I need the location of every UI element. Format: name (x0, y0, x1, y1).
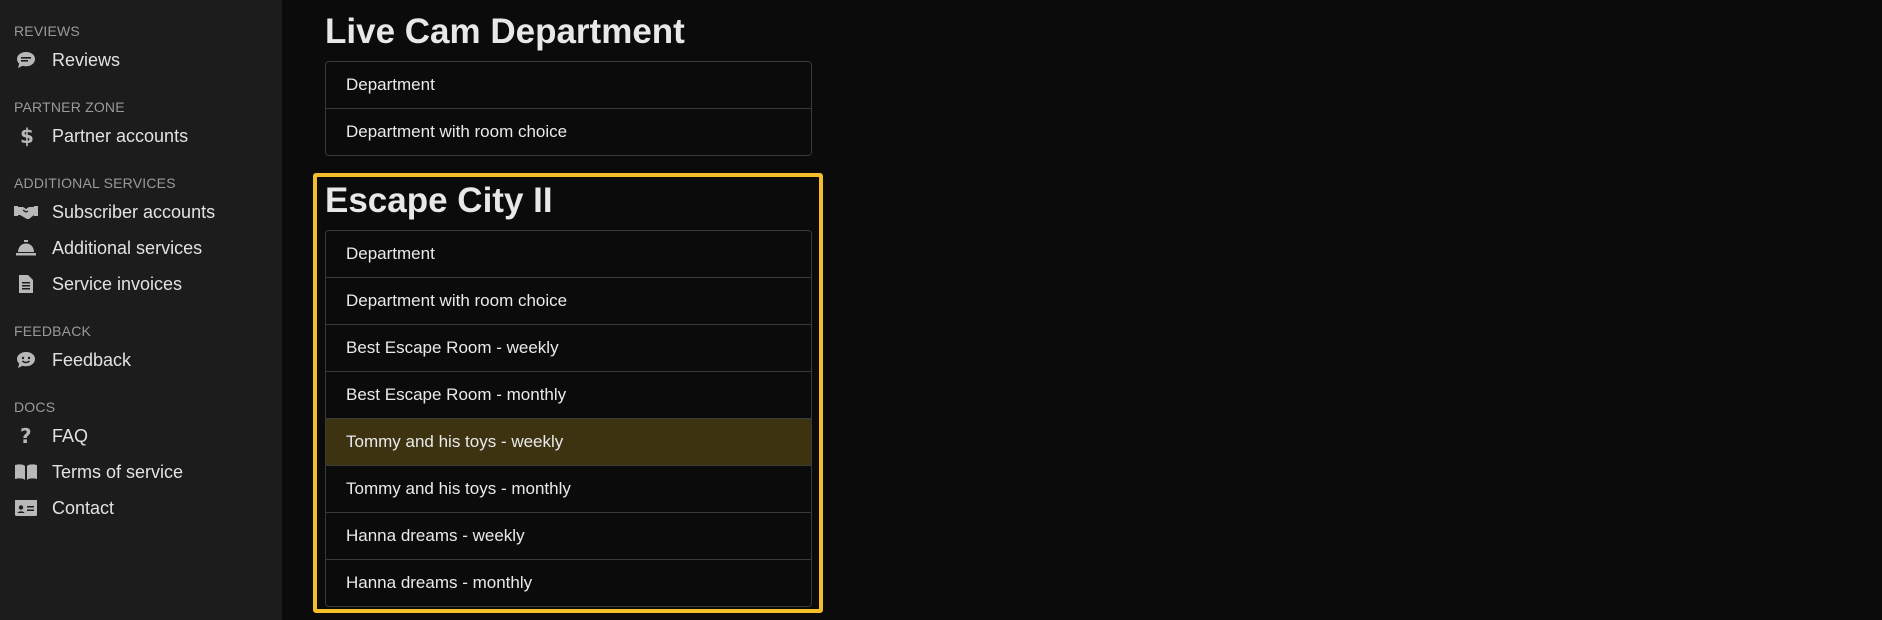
comment-icon (14, 50, 38, 70)
sidebar-item-additional-services[interactable]: Additional services (0, 230, 282, 266)
invoice-icon (14, 274, 38, 294)
sidebar-item-subscriber-accounts[interactable]: Subscriber accounts (0, 194, 282, 230)
sidebar-item-contact[interactable]: Contact (0, 490, 282, 526)
department-list: Department Department with room choice (325, 61, 812, 156)
sidebar-item-label: Terms of service (52, 461, 184, 482)
sidebar-section-title-docs: DOCS (14, 399, 56, 415)
sidebar: REVIEWS Reviews PARTNER ZONE $ Partner a… (0, 0, 282, 620)
list-item[interactable]: Department (326, 62, 811, 108)
sidebar-section-title-partner-zone: PARTNER ZONE (14, 99, 125, 115)
sidebar-item-label: Subscriber accounts (52, 201, 216, 222)
smile-comment-icon (14, 350, 38, 370)
list-item[interactable]: Department with room choice (326, 108, 811, 155)
sidebar-item-service-invoices[interactable]: Service invoices (0, 266, 282, 302)
sidebar-item-label: FAQ (52, 425, 89, 446)
department-escape-city-ii: Escape City II Department Department wit… (325, 173, 812, 607)
sidebar-section-title-reviews: REVIEWS (14, 23, 80, 39)
list-item[interactable]: Department (326, 231, 811, 277)
svg-text:$: $ (20, 125, 33, 147)
department-title: Live Cam Department (325, 12, 685, 51)
sidebar-item-terms-of-service[interactable]: Terms of service (0, 454, 282, 490)
list-item[interactable]: Best Escape Room - weekly (326, 324, 811, 371)
list-item[interactable]: Department with room choice (326, 277, 811, 324)
id-card-icon (14, 498, 38, 518)
sidebar-section-title-feedback: FEEDBACK (14, 323, 92, 339)
department-live-cam: Live Cam Department Department Departmen… (325, 0, 812, 156)
department-list: Department Department with room choice B… (325, 230, 812, 607)
department-title: Escape City II (325, 181, 553, 220)
app-root: REVIEWS Reviews PARTNER ZONE $ Partner a… (0, 0, 1882, 620)
sidebar-item-label: Feedback (52, 349, 132, 370)
sidebar-item-label: Reviews (52, 49, 121, 70)
question-icon: ? (14, 425, 38, 447)
list-item-active[interactable]: Tommy and his toys - weekly (326, 418, 811, 465)
list-item[interactable]: Hanna dreams - weekly (326, 512, 811, 559)
sidebar-item-label: Additional services (52, 237, 203, 258)
dollar-icon: $ (14, 125, 38, 147)
main-content: Live Cam Department Department Departmen… (282, 0, 1882, 620)
list-item[interactable]: Hanna dreams - monthly (326, 559, 811, 606)
sidebar-item-faq[interactable]: ? FAQ (0, 418, 282, 454)
sidebar-section-title-additional-services: ADDITIONAL SERVICES (14, 175, 176, 191)
concierge-bell-icon (14, 238, 38, 258)
sidebar-item-label: Contact (52, 497, 115, 518)
svg-text:?: ? (20, 425, 32, 447)
handshake-icon (14, 202, 38, 222)
sidebar-item-label: Service invoices (52, 273, 183, 294)
sidebar-item-partner-accounts[interactable]: $ Partner accounts (0, 118, 282, 154)
sidebar-item-label: Partner accounts (52, 125, 189, 146)
sidebar-item-feedback[interactable]: Feedback (0, 342, 282, 378)
list-item[interactable]: Best Escape Room - monthly (326, 371, 811, 418)
list-item[interactable]: Tommy and his toys - monthly (326, 465, 811, 512)
book-icon (14, 462, 38, 482)
sidebar-item-reviews[interactable]: Reviews (0, 42, 282, 78)
